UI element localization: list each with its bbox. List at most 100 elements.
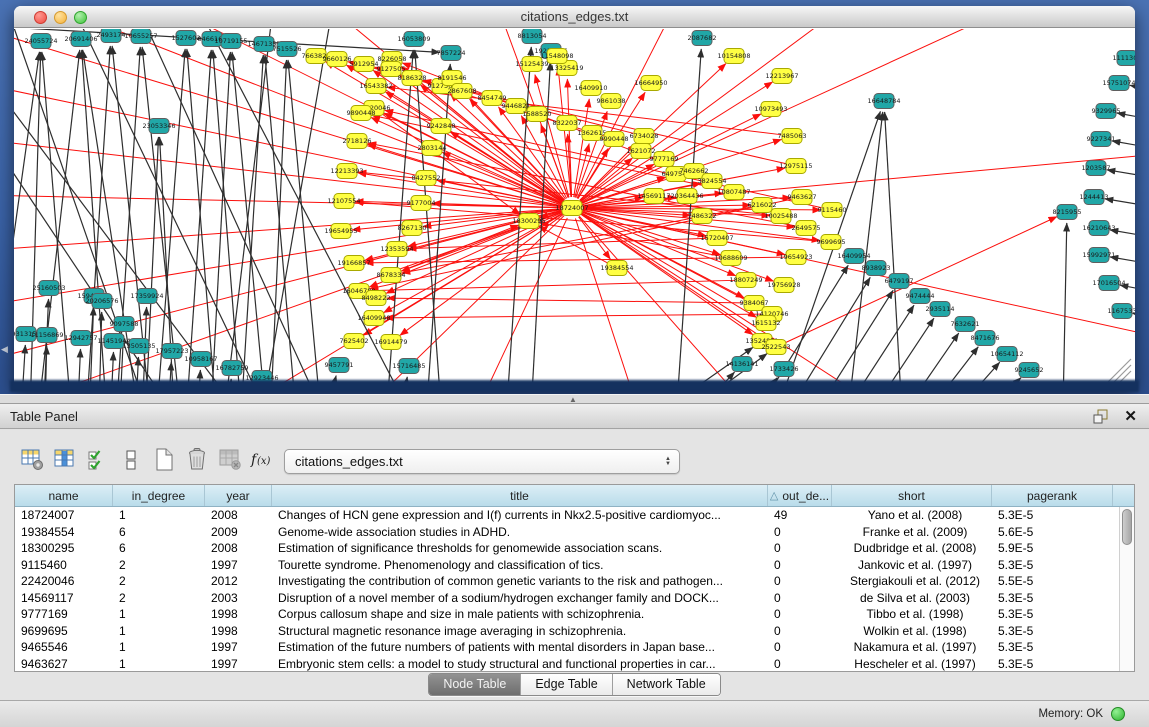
- graph-node[interactable]: 9463627: [788, 190, 817, 205]
- graph-node[interactable]: 9227341: [1087, 132, 1116, 147]
- graph-node[interactable]: 10688609: [714, 251, 747, 266]
- graph-node[interactable]: 19756928: [767, 278, 800, 293]
- scrollbar-thumb[interactable]: [1122, 509, 1132, 545]
- table-row[interactable]: 977716911998Corpus callosum shape and si…: [15, 606, 1119, 623]
- table-row[interactable]: 911546021997Tourette syndrome. Phenomeno…: [15, 557, 1119, 574]
- graph-node[interactable]: 8471676: [971, 331, 1000, 346]
- delete-table-button[interactable]: [216, 445, 244, 473]
- graph-node[interactable]: 12353594: [380, 242, 413, 257]
- graph-node[interactable]: 9474444: [906, 289, 935, 304]
- graph-node[interactable]: 7485063: [778, 129, 807, 144]
- table-row[interactable]: 1456911722003Disruption of a novel membe…: [15, 590, 1119, 607]
- graph-node[interactable]: 1733426: [770, 362, 799, 377]
- graph-node[interactable]: 6734028: [630, 129, 659, 144]
- graph-node[interactable]: 15992971: [1082, 248, 1115, 263]
- graph-node[interactable]: 5912954: [350, 57, 379, 72]
- graph-node[interactable]: 1111304: [1113, 51, 1135, 66]
- graph-node[interactable]: 12923446: [245, 371, 278, 386]
- graph-node[interactable]: 9990448: [600, 132, 629, 147]
- graph-node[interactable]: 23053346: [142, 119, 175, 134]
- graph-node[interactable]: 17359924: [130, 289, 163, 304]
- memory-status-led[interactable]: [1111, 707, 1125, 721]
- tab-network-table[interactable]: Network Table: [613, 674, 720, 695]
- graph-node[interactable]: 20364436: [670, 189, 703, 204]
- graph-node[interactable]: 16664950: [634, 76, 667, 91]
- graph-node[interactable]: 10807487: [717, 185, 750, 200]
- table-row[interactable]: 2242004622012Investigating the contribut…: [15, 573, 1119, 590]
- column-header-short[interactable]: short: [832, 485, 992, 506]
- column-header-year[interactable]: year: [205, 485, 272, 506]
- float-panel-icon[interactable]: [1093, 409, 1109, 425]
- table-row[interactable]: 946362711997Embryonic stem cells: a mode…: [15, 656, 1119, 672]
- graph-node[interactable]: 2649575: [792, 221, 821, 236]
- graph-node[interactable]: 9115460: [818, 203, 847, 218]
- graph-node[interactable]: 7486322: [688, 209, 717, 224]
- graph-node[interactable]: 2493174: [97, 29, 126, 43]
- graph-node[interactable]: 1588520: [523, 107, 552, 122]
- graph-node[interactable]: 16409948: [357, 311, 390, 326]
- graph-node[interactable]: 3824554: [698, 174, 727, 189]
- column-header-pagerank[interactable]: pagerank: [992, 485, 1113, 506]
- table-row[interactable]: 946554611997Estimation of the future num…: [15, 639, 1119, 656]
- table-selector-dropdown[interactable]: citations_edges.txt ▲▼: [284, 449, 680, 474]
- graph-node[interactable]: 15720407: [700, 231, 733, 246]
- graph-node[interactable]: 9890448: [347, 106, 376, 121]
- graph-node[interactable]: 16648784: [867, 94, 900, 109]
- close-panel-icon[interactable]: ✕: [1124, 407, 1137, 425]
- graph-node[interactable]: 2935114: [926, 302, 955, 317]
- graph-node[interactable]: 2087682: [688, 31, 717, 46]
- column-header-out_degree[interactable]: △out_de...: [768, 485, 832, 506]
- tab-edge-table[interactable]: Edge Table: [521, 674, 612, 695]
- graph-node[interactable]: 24055724: [24, 34, 57, 49]
- table-row[interactable]: 1938455462009Genome-wide association stu…: [15, 524, 1119, 541]
- graph-node[interactable]: 9245652: [1015, 363, 1044, 378]
- graph-node[interactable]: 20691406: [64, 32, 97, 47]
- table-scrollbar[interactable]: [1119, 507, 1134, 671]
- graph-node[interactable]: 7515526: [273, 42, 302, 57]
- graph-node[interactable]: 8498222: [362, 291, 391, 306]
- network-canvas[interactable]: 24055724 20691406249317410655257 1527602 84…: [14, 29, 1135, 388]
- graph-node[interactable]: 9861038: [597, 94, 626, 109]
- graph-node[interactable]: 9457791: [325, 358, 354, 373]
- graph-node[interactable]: 9777169: [650, 152, 679, 167]
- graph-node[interactable]: 9177004: [407, 196, 436, 211]
- graph-node[interactable]: 12975115: [779, 159, 812, 174]
- network-window[interactable]: citations_edges.txt 240557242069140624: [14, 6, 1135, 388]
- graph-node[interactable]: 7625402: [340, 334, 369, 349]
- graph-node[interactable]: 6479197: [885, 274, 914, 289]
- graph-node[interactable]: 17016504: [1092, 276, 1125, 291]
- graph-node[interactable]: 10655257: [124, 29, 157, 44]
- graph-node[interactable]: 9097588: [110, 317, 139, 332]
- graph-node[interactable]: 16210643: [1082, 221, 1115, 236]
- table-row[interactable]: 1830029562008Estimation of significance …: [15, 540, 1119, 557]
- graph-node[interactable]: 8186328: [398, 71, 427, 86]
- graph-node[interactable]: 16053809: [397, 32, 430, 47]
- graph-node[interactable]: 12107554: [327, 194, 360, 209]
- graph-node[interactable]: 9329965: [1092, 104, 1121, 119]
- network-window-titlebar[interactable]: citations_edges.txt: [14, 6, 1135, 28]
- graph-node[interactable]: 12213393: [330, 164, 363, 179]
- column-header-name[interactable]: name: [15, 485, 113, 506]
- table-mode-button[interactable]: [18, 445, 46, 473]
- graph-node[interactable]: 2803144: [418, 141, 447, 156]
- panel-splitter[interactable]: ▲: [0, 394, 1149, 403]
- graph-node[interactable]: 2718126: [343, 134, 372, 149]
- graph-node[interactable]: 1527602: [172, 31, 201, 46]
- graph-node[interactable]: 8813054: [518, 29, 547, 44]
- panel-collapse-arrow[interactable]: ◀: [1, 344, 8, 355]
- graph-node[interactable]: 9699695: [817, 235, 846, 250]
- graph-node[interactable]: 15751074: [1102, 76, 1135, 91]
- column-header-title[interactable]: title: [272, 485, 768, 506]
- table-row[interactable]: 969969511998Structural magnetic resonanc…: [15, 623, 1119, 640]
- graph-node[interactable]: 8267130: [398, 221, 427, 236]
- graph-node[interactable]: 9660126: [323, 52, 352, 67]
- graph-node[interactable]: 1244413: [1080, 190, 1109, 205]
- graph-node[interactable]: 8215955: [1053, 205, 1082, 220]
- graph-node[interactable]: 1167533: [1108, 304, 1135, 319]
- graph-node[interactable]: 7857224: [437, 46, 466, 61]
- graph-node[interactable]: 19384554: [600, 261, 633, 276]
- resize-grip-icon[interactable]: [1108, 359, 1131, 382]
- column-header-in_degree[interactable]: in_degree: [113, 485, 205, 506]
- graph-node[interactable]: 19654923: [779, 250, 812, 265]
- graph-node[interactable]: 16409910: [574, 81, 607, 96]
